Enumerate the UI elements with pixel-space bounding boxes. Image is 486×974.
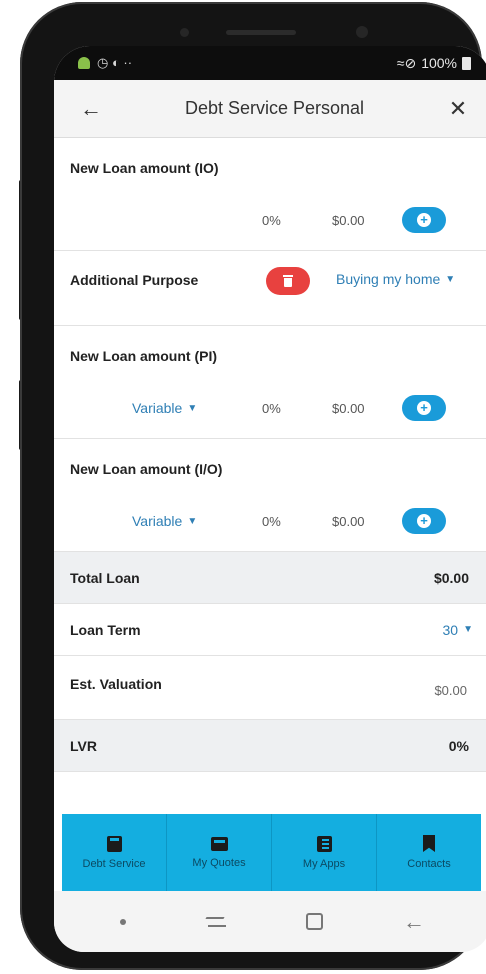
bottom-nav: Debt Service My Quotes My Apps Contacts [62,814,481,891]
home-icon[interactable] [306,913,323,930]
status-right: ≈⊘ 100% [397,55,471,72]
battery-icon [462,56,471,70]
rate-type-dropdown[interactable]: Variable ▼ [132,513,262,529]
total-loan-label: Total Loan [70,569,140,586]
add-loan-button[interactable]: + [402,395,446,421]
loan-term-value: 30 [442,621,459,638]
phone-frame: ◷ ◐ ·· ≈⊘ 100% ← Debt Service Personal ✕… [20,2,486,970]
rate-type-dropdown[interactable]: Variable ▼ [132,400,262,416]
plus-icon: + [417,213,431,227]
system-nav-bar: ← [54,891,486,952]
speaker-grille [226,30,296,35]
bookmark-icon [423,835,435,852]
loan-term-row: Loan Term 30 ▼ [54,604,486,656]
back-arrow-icon[interactable]: ← [76,97,106,120]
valuation-row: Est. Valuation $0.00 [54,656,486,720]
lvr-row: LVR 0% [54,720,486,772]
purpose-label: Additional Purpose [70,272,199,288]
nav-label: My Apps [302,857,346,870]
trash-icon [283,275,293,287]
loan-values: Variable ▼ 0% $0.00 + [70,388,473,428]
total-loan-row: Total Loan $0.00 [54,552,486,604]
loan-percent[interactable]: 0% [262,213,332,228]
caret-down-icon: ▼ [187,402,198,414]
loan-percent[interactable]: 0% [262,514,332,529]
calculator-icon [106,835,122,852]
apps-icon [316,835,332,852]
loan-label: New Loan amount (IO) [70,160,219,176]
plus-icon: + [417,514,431,528]
status-bar: ◷ ◐ ·· ≈⊘ 100% [54,46,486,80]
recent-apps-icon[interactable] [206,915,226,929]
sensor-icon [180,28,189,37]
screen: ◷ ◐ ·· ≈⊘ 100% ← Debt Service Personal ✕… [54,46,486,952]
add-loan-button[interactable]: + [402,508,446,534]
purpose-row: Additional Purpose Buying my home ▼ [54,251,486,326]
nav-my-apps[interactable]: My Apps [272,814,377,891]
nav-label: My Quotes [192,856,246,869]
purpose-selected: Buying my home [336,271,441,287]
total-loan-value: $0.00 [433,569,469,586]
loan-term-dropdown[interactable]: 30 ▼ [443,622,473,638]
status-left: ◷ ◐ ·· [78,55,132,71]
notification-icons: ◷ ◐ ·· [97,55,133,70]
loan-label: New Loan amount (PI) [70,348,217,364]
close-icon[interactable]: ✕ [443,97,473,120]
rate-type-selected: Variable [132,400,183,416]
wifi-icon: ≈⊘ [396,54,417,71]
add-loan-button[interactable]: + [402,207,446,233]
dot-icon [120,918,126,925]
loan-amount[interactable]: $0.00 [332,514,402,529]
purpose-dropdown[interactable]: Buying my home ▼ [336,271,455,287]
caret-down-icon: ▼ [463,624,473,635]
android-icon [78,57,90,69]
battery-percent: 100% [421,55,457,71]
loan-amount[interactable]: $0.00 [332,213,402,228]
valuation-label: Est. Valuation [70,676,162,692]
nav-contacts[interactable]: Contacts [377,814,481,891]
loan-percent[interactable]: 0% [262,401,332,416]
nav-label: Contacts [407,858,451,870]
lvr-value: 0% [448,737,469,754]
plus-icon: + [417,401,431,415]
caret-down-icon: ▼ [187,515,198,527]
loan-term-label: Loan Term [70,621,141,638]
valuation-input[interactable]: $0.00 [434,683,473,698]
loan-row-pi: New Loan amount (PI) Variable ▼ 0% $0.00… [54,326,486,439]
nav-debt-service[interactable]: Debt Service [62,814,167,891]
system-back-icon[interactable]: ← [403,910,425,933]
loan-label: New Loan amount (I/O) [70,461,223,477]
page-title: Debt Service Personal [184,98,365,118]
nav-my-quotes[interactable]: My Quotes [167,814,272,891]
loan-row-io: New Loan amount (IO) 0% $0.00 + [54,138,486,251]
loan-amount[interactable]: $0.00 [332,401,402,416]
loan-row-io-2: New Loan amount (I/O) Variable ▼ 0% $0.0… [54,439,486,552]
loan-values: Variable ▼ 0% $0.00 + [70,501,473,541]
caret-down-icon: ▼ [445,273,456,285]
app-header: ← Debt Service Personal ✕ [54,80,486,138]
quotes-icon [210,836,228,851]
lvr-label: LVR [70,737,97,754]
nav-label: Debt Service [82,857,146,870]
front-camera-icon [356,26,368,38]
rate-type-selected: Variable [132,513,183,529]
loan-values: 0% $0.00 + [70,200,473,240]
delete-purpose-button[interactable] [266,267,310,295]
